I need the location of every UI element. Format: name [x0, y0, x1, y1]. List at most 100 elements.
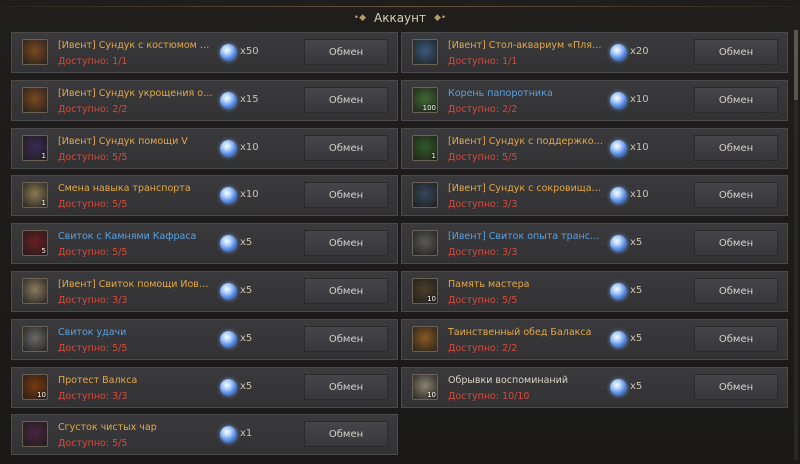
item-count: 5 [41, 247, 46, 255]
item-availability: Доступно: 3/3 [58, 295, 128, 306]
item-name: [Ивент] Стол-аквариум «Пляж Т... [448, 40, 604, 51]
purple-box-icon[interactable]: 1 [22, 135, 48, 161]
item-cost: x15 [240, 94, 259, 105]
item-name: Обрывки воспоминаний [448, 375, 568, 386]
item-name: Смена навыка транспорта [58, 183, 191, 194]
item-name: Таинственный обед Балакса [448, 327, 592, 338]
exchange-button[interactable]: Обмен [694, 135, 778, 161]
paper-icon[interactable] [22, 278, 48, 304]
red-stone-icon[interactable]: 5 [22, 230, 48, 256]
item-count: 1 [41, 199, 46, 207]
exchange-item-card: 10 Протест Валкса Доступно: 3/3 x5 Обмен [11, 367, 398, 408]
item-availability: Доступно: 1/1 [448, 56, 518, 67]
chest-icon[interactable] [22, 39, 48, 65]
item-name: [Ивент] Свиток опыта транспорт... [448, 231, 604, 242]
food-icon[interactable] [412, 326, 438, 352]
item-availability: Доступно: 2/2 [448, 104, 518, 115]
scroll-icon[interactable] [412, 230, 438, 256]
exchange-item-card: Сгусток чистых чар Доступно: 5/5 x1 Обмен [11, 414, 398, 455]
exchange-button[interactable]: Обмен [304, 374, 388, 400]
item-name: Память мастера [448, 279, 530, 290]
aquarium-icon[interactable] [412, 39, 438, 65]
exchange-button[interactable]: Обмен [694, 87, 778, 113]
exchange-item-card: 100 Корень папоротника Доступно: 2/2 x10 Обм… [401, 80, 788, 121]
exchange-button[interactable]: Обмен [304, 278, 388, 304]
item-cost: x5 [630, 285, 643, 296]
item-cost: x5 [240, 333, 253, 344]
crystal-currency-icon [610, 187, 627, 204]
crystal-currency-icon [220, 44, 237, 61]
crystal-currency-icon [610, 92, 627, 109]
item-cost: x1 [240, 428, 253, 439]
item-name: [Ивент] Сундук помощи V [58, 136, 188, 147]
crystal-currency-icon [610, 235, 627, 252]
exchange-item-card: 5 Свиток с Камнями Кафраса Доступно: 5/5 x5… [11, 223, 398, 264]
header-divider [0, 6, 800, 7]
item-cost: x50 [240, 46, 259, 57]
ornament-right-icon: ◆• [434, 13, 447, 23]
exchange-button[interactable]: Обмен [694, 374, 778, 400]
exchange-button[interactable]: Обмен [694, 326, 778, 352]
exchange-button[interactable]: Обмен [304, 326, 388, 352]
crystal-currency-icon [610, 44, 627, 61]
item-availability: Доступно: 3/3 [448, 199, 518, 210]
crystal-currency-icon [220, 379, 237, 396]
exchange-item-card: 1 [Ивент] Сундук помощи V Доступно: 5/5 x10… [11, 128, 398, 169]
valks-cry-icon[interactable]: 10 [22, 374, 48, 400]
item-cost: x10 [630, 142, 649, 153]
item-cost: x10 [240, 189, 259, 200]
exchange-button[interactable]: Обмен [694, 230, 778, 256]
crystal-currency-icon [220, 140, 237, 157]
item-availability: Доступно: 3/3 [448, 247, 518, 258]
exchange-item-card: [Ивент] Свиток опыта транспорт... Доступн… [401, 223, 788, 264]
exchange-item-card: 1 [Ивент] Сундук с поддержкой III Доступно… [401, 128, 788, 169]
item-availability: Доступно: 5/5 [58, 247, 128, 258]
memory-fragment-icon[interactable]: 10 [412, 374, 438, 400]
exchange-button[interactable]: Обмен [304, 87, 388, 113]
exchange-button[interactable]: Обмен [304, 230, 388, 256]
scrollbar-thumb[interactable] [794, 30, 798, 100]
luck-scroll-icon[interactable] [22, 326, 48, 352]
exchange-button[interactable]: Обмен [304, 39, 388, 65]
crystal-currency-icon [220, 426, 237, 443]
exchange-item-card: [Ивент] Сундук укрощения от Гу... Доступн… [11, 80, 398, 121]
item-count: 100 [422, 104, 436, 112]
item-name: Свиток удачи [58, 327, 127, 338]
item-cost: x10 [630, 94, 649, 105]
crystal-currency-icon [220, 187, 237, 204]
crystal-currency-icon [610, 283, 627, 300]
item-count: 10 [427, 295, 436, 303]
chest-icon[interactable] [22, 87, 48, 113]
exchange-button[interactable]: Обмен [694, 278, 778, 304]
item-cost: x20 [630, 46, 649, 57]
horse-skill-icon[interactable]: 1 [22, 182, 48, 208]
item-name: [Ивент] Сундук укрощения от Гу... [58, 88, 214, 99]
item-name: Протест Валкса [58, 375, 138, 386]
crystal-currency-icon [610, 140, 627, 157]
item-cost: x5 [630, 237, 643, 248]
magic-crystal-icon[interactable] [22, 421, 48, 447]
exchange-item-card: [Ивент] Свиток помощи Йована ... Доступно… [11, 271, 398, 312]
crystal-currency-icon [610, 331, 627, 348]
treasure-chest-icon[interactable] [412, 182, 438, 208]
item-count: 1 [431, 152, 436, 160]
item-name: [Ивент] Свиток помощи Йована ... [58, 279, 214, 290]
exchange-item-card: [Ивент] Сундук с сокровищами Т... Доступн… [401, 175, 788, 216]
scrollbar[interactable] [794, 30, 798, 460]
fern-root-icon[interactable]: 100 [412, 87, 438, 113]
item-availability: Доступно: 2/2 [448, 343, 518, 354]
exchange-button[interactable]: Обмен [694, 182, 778, 208]
item-availability: Доступно: 1/1 [58, 56, 128, 67]
exchange-button[interactable]: Обмен [304, 182, 388, 208]
exchange-button[interactable]: Обмен [694, 39, 778, 65]
exchange-item-card: 10 Память мастера Доступно: 5/5 x5 Обмен [401, 271, 788, 312]
exchange-button[interactable]: Обмен [304, 135, 388, 161]
crystal-currency-icon [220, 283, 237, 300]
master-memory-icon[interactable]: 10 [412, 278, 438, 304]
item-name: Свиток с Камнями Кафраса [58, 231, 197, 242]
item-name: [Ивент] Сундук с костюмом Летн... [58, 40, 214, 51]
item-availability: Доступно: 5/5 [448, 295, 518, 306]
green-box-icon[interactable]: 1 [412, 135, 438, 161]
item-cost: x5 [240, 285, 253, 296]
exchange-button[interactable]: Обмен [304, 421, 388, 447]
